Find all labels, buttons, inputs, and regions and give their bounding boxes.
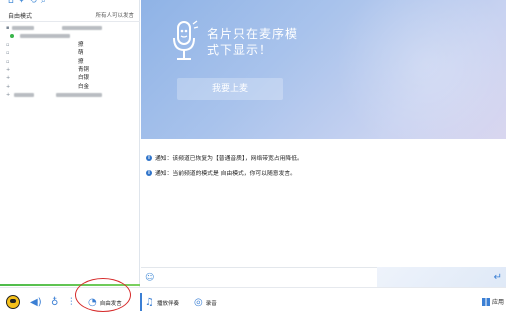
notice-message: i 通知：当前频道的模式是 自由模式，你可以随意发言。 bbox=[146, 168, 296, 177]
notice-message: i 通知：该频道已恢复为【普通音质】，网络带宽占用降低。 bbox=[146, 153, 303, 162]
info-icon: i bbox=[146, 169, 152, 176]
channel-label: 白银 bbox=[78, 75, 90, 82]
go-on-mic-button[interactable]: 我要上麦 bbox=[177, 78, 283, 100]
stage-glow bbox=[316, 0, 506, 139]
expand-icon[interactable]: ▫ bbox=[6, 41, 9, 49]
expand-icon[interactable]: + bbox=[6, 83, 10, 91]
channel-item[interactable]: ▫ 撩 bbox=[0, 58, 140, 66]
settings-icon[interactable]: ✦ bbox=[18, 0, 26, 6]
promo-line-2: 式下显示！ bbox=[207, 43, 273, 57]
apps-grid-icon bbox=[481, 297, 490, 306]
record-button[interactable]: ◎ 录音 bbox=[194, 298, 217, 308]
blurred-name bbox=[14, 93, 34, 98]
expand-icon[interactable]: ▫ bbox=[6, 58, 9, 66]
notice-text: 通知：当前频道的模式是 自由模式，你可以随意发言。 bbox=[155, 171, 296, 177]
refresh-icon[interactable]: ⟲ bbox=[29, 0, 37, 6]
highlight-annotation bbox=[75, 278, 131, 312]
play-accompaniment-button[interactable]: ♫ 播放伴奏 bbox=[145, 298, 179, 308]
record-icon: ◎ bbox=[194, 297, 203, 308]
blurred-name bbox=[62, 26, 102, 30]
channel-item-active[interactable] bbox=[0, 32, 140, 40]
speaker-icon: ◀) bbox=[30, 297, 42, 308]
blurred-name bbox=[56, 93, 102, 98]
message-area: i 通知：该频道已恢复为【普通音质】，网络带宽占用降低。 i 通知：当前频道的模… bbox=[141, 139, 506, 267]
mic-level-icon: ⫶ bbox=[70, 297, 73, 308]
play-accompaniment-label: 播放伴奏 bbox=[156, 301, 179, 307]
mode-row[interactable]: 自由模式 所有人可以发言 bbox=[0, 8, 140, 22]
mic-level-button[interactable]: ⫶ bbox=[70, 298, 73, 308]
mode-label: 自由模式 bbox=[8, 13, 33, 20]
top-icon-bar: ⌂ ✦ ⟲ ⌕ bbox=[8, 0, 46, 6]
expand-icon[interactable]: + bbox=[6, 91, 10, 99]
notice-text: 通知：该频道已恢复为【普通音质】，网络带宽占用降低。 bbox=[155, 156, 303, 162]
send-icon[interactable]: ↵ bbox=[494, 272, 502, 283]
channel-label: 青铜 bbox=[78, 66, 90, 73]
toolbar-divider bbox=[140, 293, 142, 311]
channel-label: 撩 bbox=[78, 41, 84, 48]
mic-icon: ♁ bbox=[51, 297, 59, 308]
microphone-icon bbox=[173, 20, 199, 60]
search-icon[interactable]: ⌕ bbox=[41, 0, 46, 6]
home-icon[interactable]: ⌂ bbox=[8, 0, 14, 6]
promo-line-1: 名片只在麦序模 bbox=[207, 27, 299, 41]
channel-item[interactable]: + 白金 bbox=[0, 83, 140, 91]
info-icon: i bbox=[146, 154, 152, 161]
promo-text: 名片只在麦序模 式下显示！ bbox=[207, 26, 298, 58]
expand-icon[interactable]: ▫ bbox=[6, 49, 9, 57]
channel-item[interactable]: ▫ 萌 bbox=[0, 49, 140, 57]
channel-item[interactable]: + 青铜 bbox=[0, 66, 140, 74]
blurred-name bbox=[20, 34, 70, 39]
channel-item[interactable]: ▪ bbox=[0, 24, 140, 32]
mode-hint: 所有人可以发言 bbox=[95, 13, 134, 19]
apps-button[interactable]: 应用 bbox=[481, 297, 504, 306]
expand-icon[interactable]: + bbox=[6, 74, 10, 82]
blurred-name bbox=[12, 26, 34, 30]
channel-panel: ⌂ ✦ ⟲ ⌕ 自由模式 所有人可以发言 ▪ ▫ 撩 ▫ 萌 ▫ 撩 + 青铜 … bbox=[0, 0, 140, 320]
channel-list: ▪ ▫ 撩 ▫ 萌 ▫ 撩 + 青铜 + 白银 + 白金 + bbox=[0, 24, 140, 100]
expand-icon[interactable]: ▪ bbox=[6, 24, 9, 32]
channel-item[interactable]: ▫ 撩 bbox=[0, 41, 140, 49]
expand-icon[interactable]: + bbox=[6, 66, 10, 74]
active-status-icon bbox=[10, 34, 14, 39]
channel-item[interactable]: + bbox=[0, 91, 140, 99]
stage-area: 名片只在麦序模 式下显示！ 我要上麦 bbox=[141, 0, 506, 139]
channel-label: 萌 bbox=[78, 50, 84, 57]
emoji-icon[interactable]: ☺ bbox=[145, 273, 154, 283]
speaker-button[interactable]: ◀) bbox=[30, 298, 42, 308]
channel-label: 撩 bbox=[78, 58, 84, 65]
mic-button[interactable]: ♁ bbox=[51, 298, 58, 308]
channel-label: 白金 bbox=[78, 83, 90, 90]
record-label: 录音 bbox=[205, 301, 217, 307]
mascot-icon[interactable] bbox=[6, 295, 20, 309]
music-icon: ♫ bbox=[145, 297, 154, 308]
chat-input[interactable]: ☺ bbox=[141, 267, 377, 287]
channel-item[interactable]: + 白银 bbox=[0, 74, 140, 82]
apps-label: 应用 bbox=[491, 299, 504, 306]
input-side-panel: ↵ bbox=[377, 267, 506, 287]
